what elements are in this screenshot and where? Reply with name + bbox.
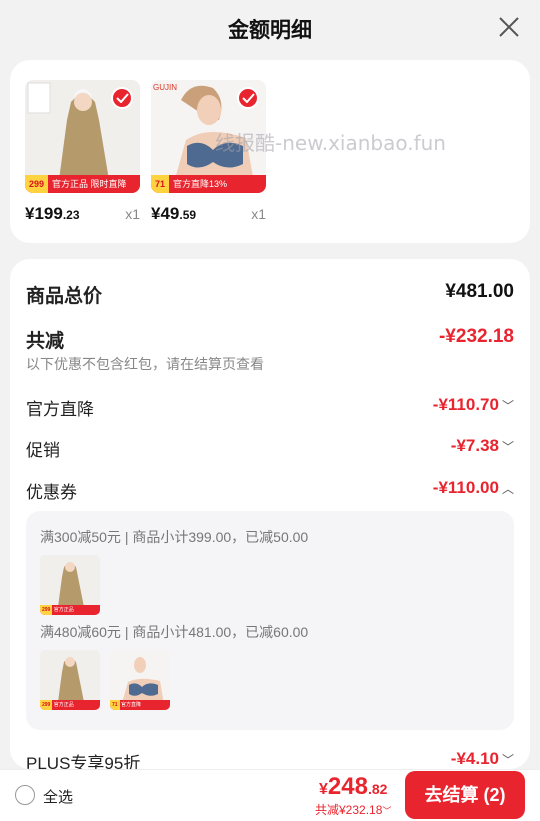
amount-detail-card: 商品总价 ¥481.00 共减 -¥232.18 以下优惠不包含红包，请在结算页… xyxy=(10,259,530,769)
promo-banner: 71 官方直降13% xyxy=(151,175,266,193)
detail-value: -¥110.70 xyxy=(432,395,499,414)
watermark: 线报酷-new.xianbao.fun xyxy=(215,131,446,155)
product-quantity: x1 xyxy=(251,206,266,222)
promo-price-tag: 71 xyxy=(151,175,170,193)
pay-amount: ¥248.82 xyxy=(319,773,388,800)
detail-value: -¥7.38 xyxy=(450,436,499,455)
checkout-button[interactable]: 去结算 (2) xyxy=(405,771,525,819)
chevron-up-icon[interactable]: ︿ xyxy=(502,480,514,497)
select-all-radio[interactable] xyxy=(15,785,35,805)
detail-value: -¥110.00 xyxy=(432,478,499,497)
coupon-product-thumb: 299 官方正品 xyxy=(40,555,100,615)
chevron-down-icon[interactable]: ﹀ xyxy=(502,397,514,414)
coupon-detail-panel: 满300减50元 | 商品小计399.00，已减50.00 299 官方正品 满… xyxy=(26,511,514,730)
coupon-rule-1: 满300减50元 | 商品小计399.00，已减50.00 xyxy=(40,529,309,545)
detail-label: 官方直降 xyxy=(26,400,94,419)
discount-value: -¥232.18 xyxy=(438,326,514,347)
product-price: ¥49.59 xyxy=(151,204,197,223)
detail-label: 优惠券 xyxy=(26,483,77,502)
promo-banner: 299 官方正品 限时直降 xyxy=(25,175,140,193)
detail-value: -¥4.10 xyxy=(450,749,499,768)
chevron-down-icon[interactable]: ﹀ xyxy=(382,806,391,816)
brand-logo: GUJIN xyxy=(153,83,177,92)
discount-note: 以下优惠不包含红包，请在结算页查看 xyxy=(26,356,264,372)
total-value: ¥481.00 xyxy=(445,281,514,302)
chevron-down-icon[interactable]: ﹀ xyxy=(502,438,514,455)
coupon-product-thumb: 71 官方直降 xyxy=(110,650,170,710)
product-quantity: x1 xyxy=(125,206,140,222)
promo-banner-text: 官方直降13% xyxy=(173,179,228,189)
select-all-label[interactable]: 全选 xyxy=(43,786,73,807)
product-image-coat: 299 官方正品 限时直降 xyxy=(25,80,140,193)
product-item-1[interactable]: 299 官方正品 限时直降 ¥199.23 x1 xyxy=(25,80,140,223)
selected-check-icon[interactable] xyxy=(111,87,133,109)
product-price: ¥199.23 xyxy=(25,204,80,223)
page-title: 金额明细 xyxy=(228,19,312,42)
selected-check-icon[interactable] xyxy=(237,87,259,109)
chevron-down-icon[interactable]: ﹀ xyxy=(502,753,514,767)
coupon-product-thumb: 299 官方正品 xyxy=(40,650,100,710)
coupon-rule-2: 满480减60元 | 商品小计481.00，已减60.00 xyxy=(40,624,309,640)
close-icon[interactable] xyxy=(498,16,520,38)
promo-price-tag: 299 xyxy=(25,175,49,193)
detail-label: PLUS专享95折 xyxy=(26,754,141,769)
total-label: 商品总价 xyxy=(26,286,103,307)
promo-banner-text: 官方正品 限时直降 xyxy=(52,179,127,189)
detail-label: 促销 xyxy=(26,441,60,460)
header: 金额明细 xyxy=(0,0,540,58)
saved-amount[interactable]: 共减¥232.18﹀ xyxy=(315,801,391,818)
discount-label: 共减 xyxy=(26,331,65,352)
checkout-bar: 全选 ¥248.82 共减¥232.18﹀ 去结算 (2) xyxy=(0,769,540,821)
